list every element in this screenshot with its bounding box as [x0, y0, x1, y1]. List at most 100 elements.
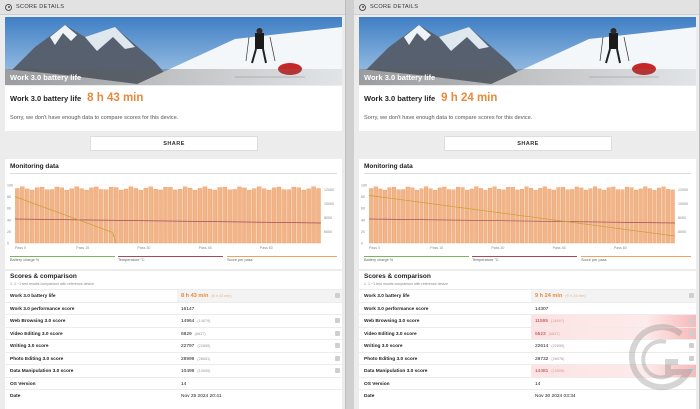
- x-tick-label: Pass 60: [260, 246, 273, 250]
- x-tick-label: Pass 45: [199, 246, 212, 250]
- legend-temperature: Temperature °C: [118, 256, 223, 262]
- row-reference: (14697): [550, 319, 565, 323]
- row-score: Nov 30 2024 03:34: [535, 394, 576, 399]
- row-reference: (14679): [197, 319, 211, 323]
- legend-score-label: Score per pass: [581, 258, 607, 262]
- hero-title-text: Work 3.0 battery life: [364, 73, 436, 82]
- row-reference: (9 h 24 min): [565, 294, 586, 298]
- y-left-tick-label: 0: [361, 242, 363, 246]
- row-score: 14307: [535, 306, 549, 312]
- row-value: 10499 (10599): [177, 365, 342, 377]
- expand-icon[interactable]: [335, 318, 340, 323]
- row-label: Video Editing 3.0 score: [10, 331, 63, 337]
- score-bar: [128, 186, 134, 244]
- score-bar: [373, 186, 378, 244]
- score-bar: [187, 187, 193, 244]
- score-bar: [515, 189, 520, 244]
- legend-score: Score per pass: [581, 256, 691, 262]
- score-bar: [469, 188, 474, 244]
- x-tick-label: Pass 30: [137, 246, 150, 250]
- score-bar: [133, 188, 139, 244]
- score-bar: [113, 187, 119, 244]
- row-label: Writing 3.0 score: [364, 344, 403, 349]
- score-bar: [602, 189, 607, 244]
- score-bar: [538, 188, 543, 244]
- score-bar: [547, 188, 552, 244]
- score-bar: [202, 186, 208, 244]
- legend-temperature-label: Temperature °C: [472, 258, 499, 262]
- summary-label: Work 3.0 battery life: [364, 94, 436, 103]
- score-panel-left: SCORE DETAILS Work 3.0 battery life Work…: [0, 0, 346, 409]
- score-bar: [437, 187, 442, 244]
- score-bar: [396, 189, 401, 244]
- row-reference: (22659): [197, 344, 211, 348]
- legend-score-label: Score per pass: [227, 258, 253, 262]
- score-bar: [108, 186, 114, 244]
- score-bar: [104, 189, 109, 244]
- score-bar: [227, 189, 232, 244]
- score-bar: [433, 189, 438, 244]
- score-bar: [79, 188, 84, 244]
- score-bar: [84, 189, 89, 244]
- summary-card: Work 3.0 battery life 9 h 24 min Sorry, …: [359, 86, 696, 131]
- expand-icon[interactable]: [335, 355, 340, 361]
- watermark-logo-icon: [628, 324, 694, 391]
- row-value: 8 h 43 min (8 h 43 min): [177, 290, 342, 302]
- score-bar: [460, 187, 465, 244]
- legend-battery: Battery charge %: [10, 256, 115, 262]
- score-bar: [510, 187, 515, 244]
- hero-image: Work 3.0 battery life: [359, 17, 696, 85]
- row-label: Data Manipulation 3.0 score: [364, 369, 428, 374]
- score-bar: [369, 188, 374, 244]
- expand-icon[interactable]: [335, 330, 340, 336]
- score-bar: [276, 186, 282, 244]
- score-bar: [183, 186, 188, 244]
- row-reference: (10505): [551, 369, 565, 373]
- row-value: 28999 (28651): [177, 353, 342, 365]
- row-score: 16147: [181, 306, 195, 312]
- row-label: OS Version: [364, 381, 390, 387]
- hero-image: Work 3.0 battery life: [5, 17, 342, 85]
- score-bar: [556, 187, 561, 244]
- score-bar: [492, 186, 497, 244]
- score-bar: [506, 187, 511, 244]
- score-bar: [123, 188, 129, 244]
- row-label: Work 3.0 battery life: [10, 294, 56, 299]
- score-bar: [414, 189, 419, 244]
- row-label: Video Editing 3.0 score: [364, 331, 417, 337]
- share-button[interactable]: SHARE: [444, 136, 612, 151]
- expand-icon[interactable]: [335, 343, 340, 348]
- score-bar: [574, 186, 579, 244]
- score-bar: [442, 186, 447, 244]
- x-tick-label: Pass 15: [430, 246, 443, 250]
- score-bar: [30, 189, 35, 244]
- y-right-tick-label: 6000: [324, 230, 332, 234]
- legend-temperature: Temperature °C: [472, 256, 577, 262]
- score-bar: [465, 189, 470, 244]
- score-bar: [138, 190, 143, 244]
- row-value: 9 h 24 min (9 h 24 min): [531, 290, 696, 302]
- expand-icon[interactable]: [689, 293, 694, 298]
- legend-temperature-label: Temperature °C: [118, 258, 145, 262]
- header-title: SCORE DETAILS: [16, 4, 65, 10]
- score-bar: [392, 186, 397, 244]
- x-tick-label: Pass 60: [614, 246, 627, 250]
- y-right-tick-label: 8000: [324, 216, 332, 220]
- score-bar: [192, 190, 198, 244]
- expand-icon[interactable]: [335, 368, 340, 373]
- score-bar: [178, 189, 183, 244]
- score-bar: [647, 188, 652, 244]
- y-right-tick-label: 12000: [678, 188, 688, 192]
- score-bar: [94, 186, 99, 244]
- expand-icon[interactable]: [335, 293, 340, 298]
- score-bar: [593, 186, 598, 244]
- row-score: 22614: [535, 344, 549, 349]
- share-button[interactable]: SHARE: [90, 136, 258, 151]
- score-bar: [69, 188, 74, 244]
- legend-battery-label: Battery charge %: [10, 258, 40, 262]
- score-bar: [638, 188, 643, 244]
- score-bar: [296, 187, 301, 244]
- score-bar: [217, 187, 222, 244]
- monitoring-title: Monitoring data: [10, 163, 59, 170]
- score-icon: [359, 3, 366, 11]
